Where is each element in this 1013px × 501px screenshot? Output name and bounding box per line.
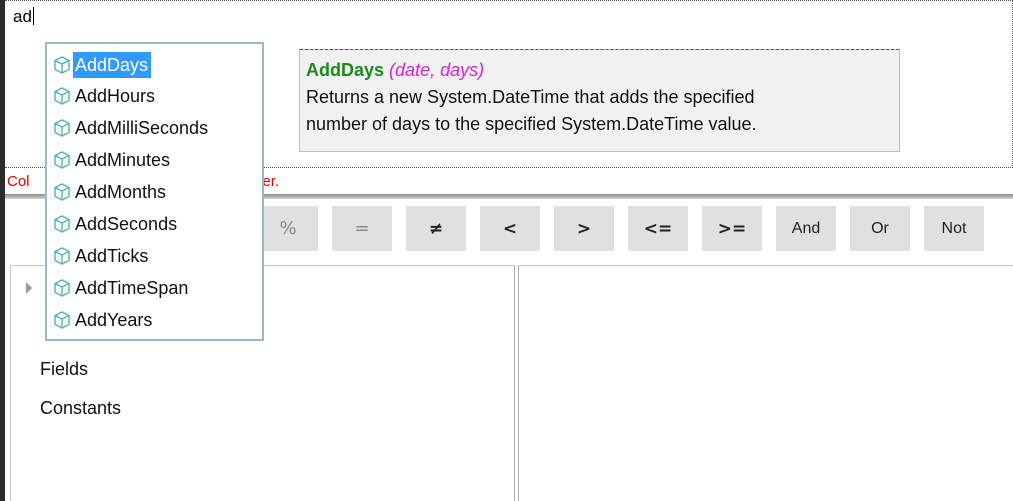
autocomplete-item-label: AddTimeSpan bbox=[75, 278, 189, 298]
or-button[interactable]: Or bbox=[850, 206, 910, 251]
greater-than-button[interactable]: > bbox=[554, 206, 614, 251]
and-button[interactable]: And bbox=[776, 206, 836, 251]
expand-arrow-icon[interactable] bbox=[26, 282, 32, 294]
text-caret bbox=[32, 7, 34, 25]
autocomplete-item-addyears[interactable]: AddYears bbox=[52, 307, 155, 333]
autocomplete-item-addseconds[interactable]: AddSeconds bbox=[52, 211, 180, 237]
function-cube-icon bbox=[54, 56, 70, 74]
editor-text[interactable]: ad bbox=[13, 7, 34, 27]
autocomplete-item-addhours[interactable]: AddHours bbox=[52, 83, 158, 109]
autocomplete-item-label: AddSeconds bbox=[75, 214, 178, 234]
autocomplete-item-addtimespan[interactable]: AddTimeSpan bbox=[52, 275, 191, 301]
autocomplete-item-addmilliseconds[interactable]: AddMilliSeconds bbox=[52, 115, 211, 141]
autocomplete-item-label: AddDays bbox=[73, 52, 152, 78]
autocomplete-item-adddays[interactable]: AddDays bbox=[52, 52, 152, 78]
not-equals-button[interactable]: ≠ bbox=[406, 206, 466, 251]
autocomplete-item-label: AddMilliSeconds bbox=[75, 118, 209, 138]
autocomplete-item-label: AddYears bbox=[75, 310, 153, 330]
tooltip-function-name: AddDays bbox=[306, 60, 385, 80]
function-cube-icon bbox=[54, 183, 70, 201]
less-than-button[interactable]: < bbox=[480, 206, 540, 251]
autocomplete-item-addminutes[interactable]: AddMinutes bbox=[52, 147, 173, 173]
tooltip-params: (date, days) bbox=[389, 60, 485, 80]
function-cube-icon bbox=[54, 279, 70, 297]
not-button[interactable]: Not bbox=[924, 206, 984, 251]
less-or-equal-button[interactable]: <= bbox=[628, 206, 688, 251]
autocomplete-item-addticks[interactable]: AddTicks bbox=[52, 243, 151, 269]
function-cube-icon bbox=[54, 151, 70, 169]
item-list-pane bbox=[518, 265, 1013, 501]
autocomplete-item-label: AddHours bbox=[75, 86, 156, 106]
autocomplete-item-label: AddTicks bbox=[75, 246, 149, 266]
function-cube-icon bbox=[54, 311, 70, 329]
function-cube-icon bbox=[54, 87, 70, 105]
function-cube-icon bbox=[54, 119, 70, 137]
autocomplete-popup: AddDays AddHours AddMilliSeconds AddMinu… bbox=[45, 42, 264, 341]
tooltip-description-line1: Returns a new System.DateTime that adds … bbox=[306, 87, 755, 107]
function-tooltip: AddDays (date, days) Returns a new Syste… bbox=[299, 49, 900, 152]
tooltip-description-line2: number of days to the specified System.D… bbox=[306, 114, 757, 134]
autocomplete-item-label: AddMonths bbox=[75, 182, 167, 202]
error-message-start: Col bbox=[7, 173, 30, 190]
function-cube-icon bbox=[54, 247, 70, 265]
tree-item-fields[interactable]: Fields bbox=[40, 359, 88, 380]
equals-button[interactable]: = bbox=[332, 206, 392, 251]
tree-item-constants[interactable]: Constants bbox=[40, 398, 121, 419]
modulo-button[interactable]: % bbox=[258, 206, 318, 251]
function-cube-icon bbox=[54, 215, 70, 233]
greater-or-equal-button[interactable]: >= bbox=[702, 206, 762, 251]
autocomplete-item-label: AddMinutes bbox=[75, 150, 171, 170]
autocomplete-item-addmonths[interactable]: AddMonths bbox=[52, 179, 169, 205]
